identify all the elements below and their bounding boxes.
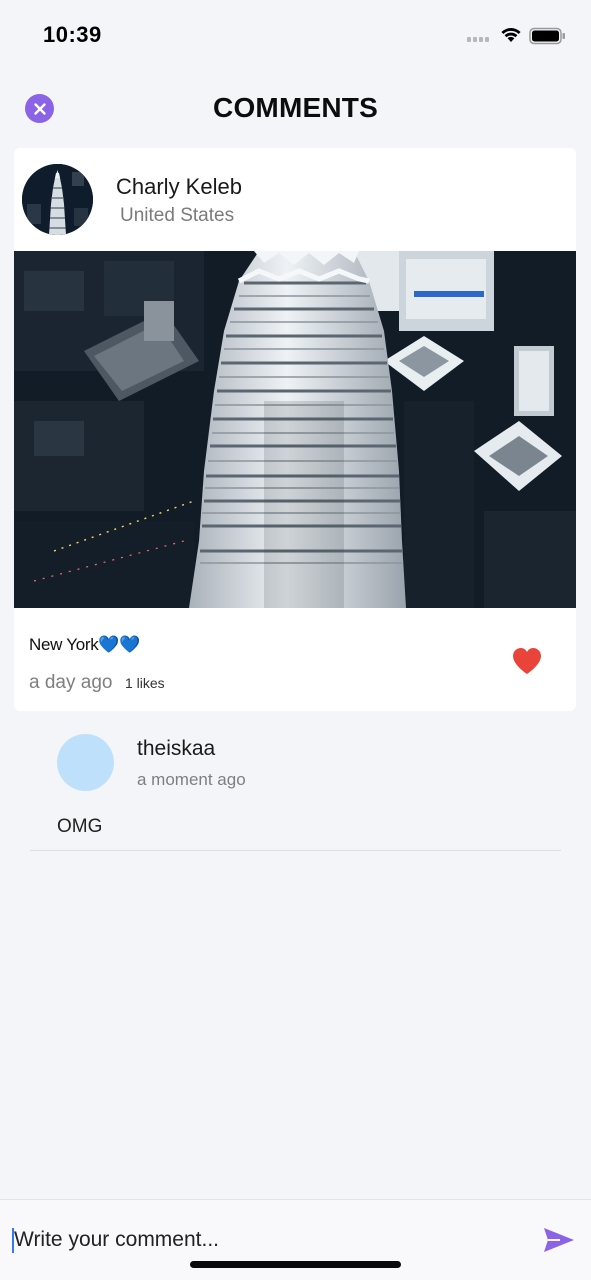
home-indicator bbox=[190, 1261, 401, 1268]
wifi-icon bbox=[501, 28, 521, 42]
post-caption-text: New York bbox=[29, 635, 99, 654]
send-icon[interactable] bbox=[542, 1226, 576, 1254]
comment-item: theiskaa a moment ago OMG bbox=[30, 720, 561, 851]
post-card: Charly Keleb United States New York💙💙 a … bbox=[14, 148, 576, 711]
heart-icon[interactable] bbox=[511, 646, 543, 676]
blue-heart-icons: 💙💙 bbox=[98, 635, 141, 654]
header: COMMENTS bbox=[0, 70, 591, 148]
post-author-location: United States bbox=[120, 205, 235, 226]
cellular-signal-icon bbox=[467, 36, 493, 44]
post-likes-count[interactable]: 1 likes bbox=[125, 675, 165, 691]
comment-input[interactable] bbox=[14, 1222, 514, 1258]
post-author-avatar[interactable] bbox=[22, 164, 93, 235]
post-caption: New York💙💙 bbox=[29, 635, 140, 655]
post-image[interactable] bbox=[14, 251, 576, 608]
comment-username[interactable]: theiskaa bbox=[137, 737, 215, 761]
status-bar: 10:39 bbox=[0, 0, 591, 70]
post-author-name[interactable]: Charly Keleb bbox=[116, 174, 242, 200]
battery-icon bbox=[529, 27, 565, 45]
page-title: COMMENTS bbox=[213, 92, 378, 123]
comments-screen: 10:39 COMMENTS Charly Keleb United State… bbox=[0, 0, 591, 1280]
status-time: 10:39 bbox=[43, 22, 102, 47]
comment-avatar[interactable] bbox=[57, 734, 114, 791]
comment-time: a moment ago bbox=[137, 770, 246, 789]
comment-text: OMG bbox=[57, 816, 103, 837]
post-time: a day ago bbox=[29, 672, 113, 693]
